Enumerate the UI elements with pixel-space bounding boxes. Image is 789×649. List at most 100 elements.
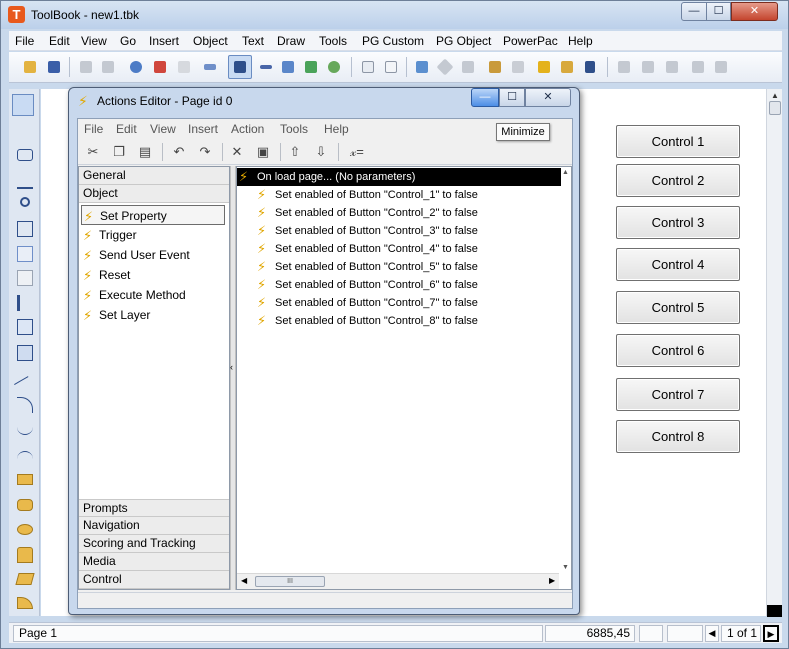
- event-row-on-load-page[interactable]: ⚡ On load page... (No parameters): [237, 168, 563, 186]
- text-field-tool-icon[interactable]: [17, 173, 33, 189]
- rounded-rectangle-tool-icon[interactable]: [17, 499, 33, 511]
- title-bar[interactable]: T ToolBook - new1.tbk — ☐ ✕: [1, 1, 788, 29]
- redo-icon[interactable]: ↷: [196, 143, 214, 161]
- button-tool-icon[interactable]: [17, 149, 33, 161]
- action-execute-method[interactable]: ⚡ Execute Method: [81, 285, 225, 305]
- action-set-layer[interactable]: ⚡ Set Layer: [81, 305, 225, 325]
- control-8-button[interactable]: Control 8: [616, 420, 740, 453]
- menu-text[interactable]: Text: [242, 34, 264, 48]
- action-reset[interactable]: ⚡ Reset: [81, 265, 225, 285]
- arc-tool-icon[interactable]: [17, 397, 33, 413]
- author-icon[interactable]: [151, 58, 169, 76]
- menu-draw[interactable]: Draw: [277, 34, 305, 48]
- open-icon[interactable]: [21, 58, 39, 76]
- undo-icon[interactable]: ↶: [170, 143, 188, 161]
- ae-menu-file[interactable]: File: [84, 122, 103, 136]
- new-page-icon[interactable]: [382, 58, 400, 76]
- action-row[interactable]: ⚡ Set enabled of Button "Control_4" to fa…: [237, 240, 563, 258]
- selection-arrow-icon[interactable]: [12, 94, 34, 116]
- save-icon[interactable]: [45, 58, 63, 76]
- copy-icon[interactable]: [99, 58, 117, 76]
- category-prompts[interactable]: Prompts: [79, 499, 229, 517]
- actions-editor-window[interactable]: ⚡ Actions Editor - Page id 0 — ☐ ✕ File …: [68, 87, 580, 615]
- category-navigation[interactable]: Navigation: [79, 517, 229, 535]
- actions-horizontal-scrollbar[interactable]: ◀ III ▶: [237, 573, 559, 589]
- scroll-right-icon[interactable]: ▶: [549, 576, 555, 585]
- globe-icon[interactable]: [325, 58, 343, 76]
- minimize-button[interactable]: —: [681, 2, 707, 21]
- ae-menu-edit[interactable]: Edit: [116, 122, 137, 136]
- control-5-button[interactable]: Control 5: [616, 291, 740, 324]
- previous-page-icon[interactable]: ◀: [705, 625, 719, 642]
- grid-tool-icon[interactable]: [17, 345, 33, 361]
- next-page-icon[interactable]: ▶: [763, 625, 779, 642]
- collapse-icon[interactable]: ‹: [230, 362, 233, 372]
- category-scoring-tracking[interactable]: Scoring and Tracking: [79, 535, 229, 553]
- maximize-button[interactable]: ☐: [706, 2, 731, 21]
- ae-menu-view[interactable]: View: [150, 122, 176, 136]
- star-icon[interactable]: [175, 58, 193, 76]
- ellipse-tool-icon[interactable]: [17, 524, 33, 535]
- ae-close-button[interactable]: ✕: [525, 88, 571, 107]
- menu-powerpac[interactable]: PowerPac: [503, 34, 558, 48]
- action-trigger[interactable]: ⚡ Trigger: [81, 225, 225, 245]
- list-icon[interactable]: [257, 58, 275, 76]
- rectangle-tool-icon[interactable]: [17, 474, 33, 485]
- category-media[interactable]: Media: [79, 553, 229, 571]
- page-icon[interactable]: [359, 58, 377, 76]
- move-down-icon[interactable]: ⇩: [312, 143, 330, 161]
- polygon-tool-icon[interactable]: [17, 547, 33, 563]
- script-icon[interactable]: [509, 58, 527, 76]
- ae-menu-tools[interactable]: Tools: [280, 122, 308, 136]
- menu-file[interactable]: File: [15, 34, 34, 48]
- menu-go[interactable]: Go: [120, 34, 136, 48]
- actions-editor-icon[interactable]: [535, 58, 553, 76]
- field-tool-icon[interactable]: [17, 246, 33, 262]
- menu-help[interactable]: Help: [568, 34, 593, 48]
- menu-view[interactable]: View: [81, 34, 107, 48]
- action-row[interactable]: ⚡ Set enabled of Button "Control_8" to fa…: [237, 312, 563, 330]
- control-3-button[interactable]: Control 3: [616, 206, 740, 239]
- formula-icon[interactable]: 𝓍=: [344, 143, 370, 161]
- group-icon[interactable]: [615, 58, 633, 76]
- action-send-user-event[interactable]: ⚡ Send User Event: [81, 245, 225, 265]
- menu-edit[interactable]: Edit: [49, 34, 70, 48]
- recordfield-tool-icon[interactable]: [17, 270, 33, 286]
- action-row[interactable]: ⚡ Set enabled of Button "Control_3" to fa…: [237, 222, 563, 240]
- palette-icon[interactable]: [302, 58, 320, 76]
- actions-vertical-scrollbar[interactable]: ▲ ▼: [561, 167, 571, 573]
- copy-icon[interactable]: ❐: [110, 143, 128, 161]
- close-button[interactable]: ✕: [731, 2, 778, 21]
- scroll-thumb[interactable]: [769, 101, 781, 115]
- move-up-icon[interactable]: ⇧: [286, 143, 304, 161]
- scroll-up-icon[interactable]: ▲: [562, 169, 569, 176]
- angled-line-tool-icon[interactable]: [17, 427, 33, 435]
- rotate-icon[interactable]: [689, 58, 707, 76]
- zoom-icon[interactable]: [17, 121, 33, 137]
- line-tool-icon[interactable]: [14, 376, 36, 398]
- page-status-icon[interactable]: [667, 625, 703, 642]
- ae-menu-insert[interactable]: Insert: [188, 122, 218, 136]
- category-general[interactable]: General: [79, 167, 229, 185]
- combobox-tool-icon[interactable]: [17, 295, 33, 311]
- pie-tool-icon[interactable]: [17, 597, 33, 609]
- checkbox-tool-icon[interactable]: [17, 221, 33, 237]
- action-row[interactable]: ⚡ Set enabled of Button "Control_5" to fa…: [237, 258, 563, 276]
- flip-icon[interactable]: [712, 58, 730, 76]
- actions-list-panel[interactable]: ⚡ On load page... (No parameters) ⚡ Set en…: [236, 166, 572, 590]
- action-set-property[interactable]: ⚡ Set Property: [81, 205, 225, 225]
- control-6-button[interactable]: Control 6: [616, 334, 740, 367]
- action-row[interactable]: ⚡ Set enabled of Button "Control_1" to fa…: [237, 186, 563, 204]
- menu-insert[interactable]: Insert: [149, 34, 179, 48]
- menu-object[interactable]: Object: [193, 34, 228, 48]
- hscroll-thumb[interactable]: III: [255, 576, 325, 587]
- action-row[interactable]: ⚡ Set enabled of Button "Control_2" to fa…: [237, 204, 563, 222]
- radio-tool-icon[interactable]: [20, 197, 30, 207]
- cut-icon[interactable]: ✂: [84, 143, 102, 161]
- ae-maximize-button[interactable]: ☐: [499, 88, 525, 107]
- text-style-icon[interactable]: [582, 58, 600, 76]
- control-1-button[interactable]: Control 1: [616, 125, 740, 158]
- control-7-button[interactable]: Control 7: [616, 378, 740, 411]
- reader-mode-icon[interactable]: [228, 55, 252, 79]
- control-2-button[interactable]: Control 2: [616, 164, 740, 197]
